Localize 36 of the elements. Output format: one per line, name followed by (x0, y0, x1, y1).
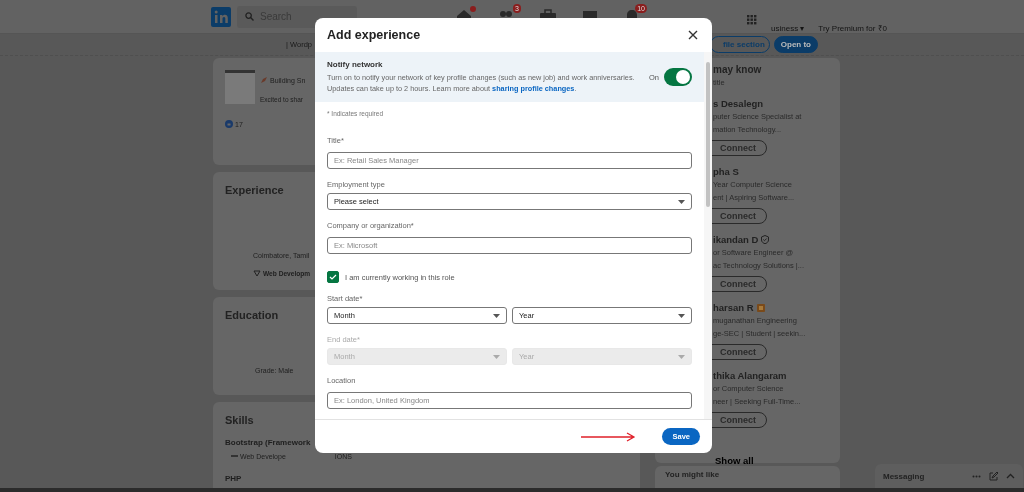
person-name[interactable]: ikandan D (713, 234, 840, 245)
skill-name[interactable]: PHP (225, 474, 242, 483)
post-thumbnail (225, 70, 255, 104)
dropdown-caret-icon (678, 354, 685, 359)
dropdown-caret-icon (493, 313, 500, 318)
notify-title: Notify network (327, 60, 384, 69)
dropdown-caret-icon (678, 313, 685, 318)
dialog-title: Add experience (327, 28, 421, 42)
scrollbar[interactable] (704, 52, 712, 419)
close-icon (686, 28, 700, 42)
arrow-annotation (580, 431, 637, 442)
show-all-button[interactable]: Show all (715, 455, 754, 466)
person-name[interactable]: thika Alangaram (713, 370, 840, 381)
person-name[interactable]: s Desalegn (713, 98, 840, 109)
dropdown-caret-icon (493, 354, 500, 359)
like-icon (225, 120, 233, 128)
checkbox[interactable] (327, 271, 339, 283)
messaging-bar[interactable]: Messaging (875, 464, 1023, 488)
section-heading: You might like (665, 470, 721, 479)
business-menu[interactable]: usiness ▾ (771, 23, 805, 33)
notify-toggle[interactable] (664, 68, 692, 86)
section-heading: Skills (225, 414, 254, 426)
compose-icon[interactable] (989, 471, 998, 481)
section-heading: Experience (225, 184, 284, 196)
dropdown-caret-icon (678, 199, 685, 204)
chevron-up-icon[interactable] (1006, 473, 1015, 479)
person-name[interactable]: harsan R (713, 302, 840, 313)
section-heading: may know (713, 64, 763, 75)
gem-icon (253, 269, 261, 277)
section-heading: Education (225, 309, 279, 321)
close-button[interactable] (686, 28, 700, 42)
skill-name[interactable]: Bootstrap (Framework (225, 438, 311, 447)
open-to-button[interactable]: Open to (773, 36, 818, 53)
person-name[interactable]: pha S (713, 166, 840, 177)
search-icon (245, 12, 254, 21)
grid-icon[interactable] (747, 14, 757, 25)
